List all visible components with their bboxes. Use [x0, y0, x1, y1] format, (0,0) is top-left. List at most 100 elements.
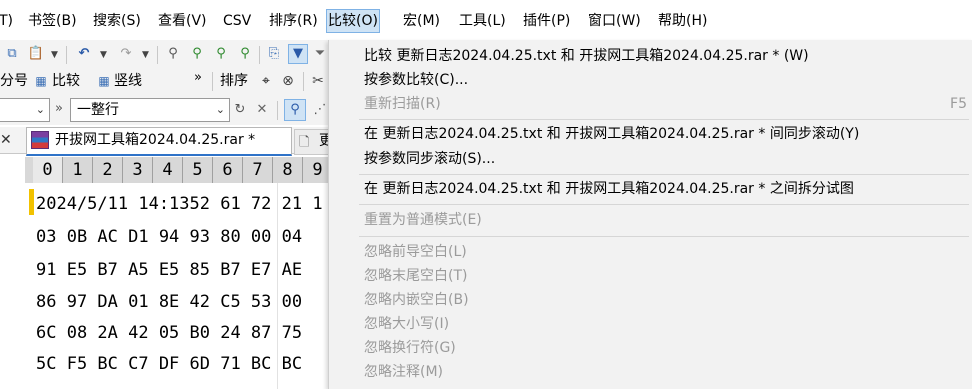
filter-search-icon[interactable]: ⚲: [284, 99, 306, 121]
refresh-icon[interactable]: ↻: [230, 100, 250, 120]
ruler-cell: 2: [93, 157, 123, 183]
ruler-cell: 0: [33, 157, 63, 183]
menu-item-ignore-newline: 忽略换行符(G): [364, 340, 456, 356]
menu-help[interactable]: 帮助(H): [657, 10, 708, 32]
rar-archive-icon: [31, 131, 49, 149]
hex-line: 5C F5 BC C7 DF 6D 71 BC BC: [36, 354, 303, 374]
menu-view[interactable]: 查看(V): [157, 10, 208, 32]
copy-icon[interactable]: ⧉: [2, 44, 22, 64]
toolbar-separator: [66, 46, 67, 64]
menu-item-ignore-trailing-whitespace: 忽略末尾空白(T): [364, 268, 468, 284]
menu-item-split-view[interactable]: 在 更新日志2024.04.25.txt 和 开拔网工具箱2024.04.25.…: [364, 179, 854, 199]
hex-line: 86 97 DA 01 8E 42 C5 53 00: [36, 292, 303, 312]
menu-item-ignore-comments: 忽略注释(M): [364, 364, 444, 380]
close-filter-icon[interactable]: ✕: [252, 100, 272, 120]
toolbar-filter: ⌄ » 一整行 ⌄ ↻ ✕ ⚲ ⋰: [0, 95, 328, 125]
menu-compare[interactable]: 比较(O): [326, 9, 380, 33]
menu-search[interactable]: 搜索(S): [92, 10, 142, 32]
tab-rar-file[interactable]: 开拔网工具箱2024.04.25.rar *: [26, 127, 292, 156]
ruler-cell: 5: [183, 157, 213, 183]
sort-button[interactable]: 排序: [220, 71, 248, 91]
menu-item-reset-normal-mode: 重置为普通模式(E): [364, 212, 482, 228]
menu-plugins[interactable]: 插件(P): [522, 10, 571, 32]
menu-item-ignore-case: 忽略大小写(I): [364, 316, 450, 332]
paste-icon[interactable]: 📋: [26, 44, 46, 64]
undo-dropdown-icon[interactable]: ▼: [100, 50, 107, 60]
toolbar-overflow-icon[interactable]: »: [55, 99, 63, 119]
tools-icon[interactable]: ✂: [308, 71, 328, 91]
tab-label: 开拔网工具箱2024.04.25.rar *: [55, 132, 256, 148]
ruler-cell: 6: [213, 157, 243, 183]
menu-item-compare-by-params[interactable]: 按参数比较(C)...: [364, 70, 468, 90]
toolbar-view: 分号 ▦ 比较 ▦ 竖线 » 排序 ⌖ ⊗ ✂: [0, 68, 328, 95]
current-line-marker: [29, 189, 34, 215]
ruler-cell: 4: [153, 157, 183, 183]
ruler-cell: 3: [123, 157, 153, 183]
compare-menu-dropdown: 比较 更新日志2024.04.25.txt 和 开拔网工具箱2024.04.25…: [328, 40, 972, 389]
hex-ruler: 0 1 2 3 4 5 6 7 8 9: [25, 157, 333, 183]
menu-item-sync-scroll[interactable]: 在 更新日志2024.04.25.txt 和 开拔网工具箱2024.04.25.…: [364, 124, 859, 144]
funnel-more-icon[interactable]: ⏷: [310, 44, 330, 64]
filter-scope-combo[interactable]: 一整行 ⌄: [70, 98, 230, 122]
text-file-icon: 🗋: [299, 135, 310, 150]
find-prev-icon[interactable]: ⚲: [211, 44, 231, 64]
menu-item-compare-files[interactable]: 比较 更新日志2024.04.25.txt 和 开拔网工具箱2024.04.25…: [364, 46, 809, 66]
chevron-down-icon: ⌄: [35, 103, 45, 116]
menu-sort[interactable]: 排序(R): [268, 10, 319, 32]
menu-separator: [359, 236, 969, 237]
menu-item-sync-scroll-by-params[interactable]: 按参数同步滚动(S)...: [364, 149, 495, 169]
close-tab-icon[interactable]: ✕: [0, 130, 12, 150]
menu-bar: T) 书签(B) 搜索(S) 查看(V) CSV 排序(R) 比较(O) 宏(M…: [0, 0, 972, 40]
menu-separator: [359, 174, 969, 175]
chevron-down-icon: ⌄: [215, 103, 225, 116]
hex-line: 2024/5/11 14:1352 61 72 21 1: [36, 194, 323, 214]
toolbar-separator: [303, 72, 304, 91]
hex-editor-area[interactable]: 2024/5/11 14:1352 61 72 21 1 03 0B AC D1…: [25, 183, 328, 389]
ruler-cell: 7: [243, 157, 273, 183]
redo-icon[interactable]: ↷: [116, 44, 136, 64]
menu-item-ignore-leading-whitespace: 忽略前导空白(L): [364, 244, 467, 260]
row-number-button[interactable]: 分号: [0, 71, 28, 91]
toolbar-separator: [277, 101, 278, 120]
more-options-icon[interactable]: ⋰: [310, 100, 330, 120]
line-gutter: [0, 183, 26, 389]
column-guide-line: [277, 183, 278, 389]
ruler-cell: 8: [273, 157, 303, 183]
rescan-shortcut: F5: [950, 96, 967, 112]
compare-grid-icon: ▦: [35, 74, 47, 88]
sort-options-icon[interactable]: ⌖: [256, 71, 276, 91]
toolbar-separator: [212, 72, 213, 91]
hex-line: 91 E5 B7 A5 E5 85 B7 E7 AE: [36, 260, 303, 280]
toolbar-overflow-icon[interactable]: »: [194, 68, 202, 88]
menu-bookmarks[interactable]: 书签(B): [27, 10, 78, 32]
menu-window[interactable]: 窗口(W): [587, 10, 642, 32]
menu-item-ignore-embedded-whitespace: 忽略内嵌空白(B): [364, 292, 469, 308]
compare-button[interactable]: 比较: [52, 71, 80, 91]
menu-csv[interactable]: CSV: [222, 10, 252, 32]
ruler-cell: 1: [63, 157, 93, 183]
vertical-line-button[interactable]: 竖线: [114, 71, 142, 91]
menu-tools-partial[interactable]: T): [0, 10, 14, 32]
toolbar-main: ⧉ 📋 ▼ ↶ ▼ ↷ ▼ ⚲ ⚲ ⚲ ⚲ ⎘ ▼ ⏷: [0, 40, 328, 68]
find-next-icon[interactable]: ⚲: [187, 44, 207, 64]
vertical-line-grid-icon: ▦: [98, 74, 110, 88]
toolbar-separator: [157, 46, 158, 64]
sort-clear-icon[interactable]: ⊗: [278, 71, 298, 91]
document-tab-bar: ✕ 开拔网工具箱2024.04.25.rar * 🗋 更: [0, 127, 336, 156]
menu-separator: [359, 204, 969, 205]
replace-icon[interactable]: ⚲: [235, 44, 255, 64]
filter-icon[interactable]: ▼: [288, 44, 308, 64]
menu-tools[interactable]: 工具(L): [458, 10, 507, 32]
menu-macro[interactable]: 宏(M): [402, 10, 441, 32]
paste-dropdown-icon[interactable]: ▼: [51, 50, 58, 60]
hex-line: 6C 08 2A 42 05 B0 24 87 75: [36, 323, 303, 343]
find-icon[interactable]: ⚲: [163, 44, 183, 64]
menu-item-rescan: 重新扫描(R): [364, 96, 441, 112]
redo-dropdown-icon[interactable]: ▼: [142, 50, 149, 60]
menu-separator: [359, 119, 969, 120]
hex-line: 03 0B AC D1 94 93 80 00 04: [36, 227, 303, 247]
undo-icon[interactable]: ↶: [74, 44, 94, 64]
toolbar-separator: [259, 46, 260, 64]
filter-mode-combo[interactable]: ⌄: [0, 98, 50, 122]
find-in-files-icon[interactable]: ⎘: [264, 44, 284, 64]
